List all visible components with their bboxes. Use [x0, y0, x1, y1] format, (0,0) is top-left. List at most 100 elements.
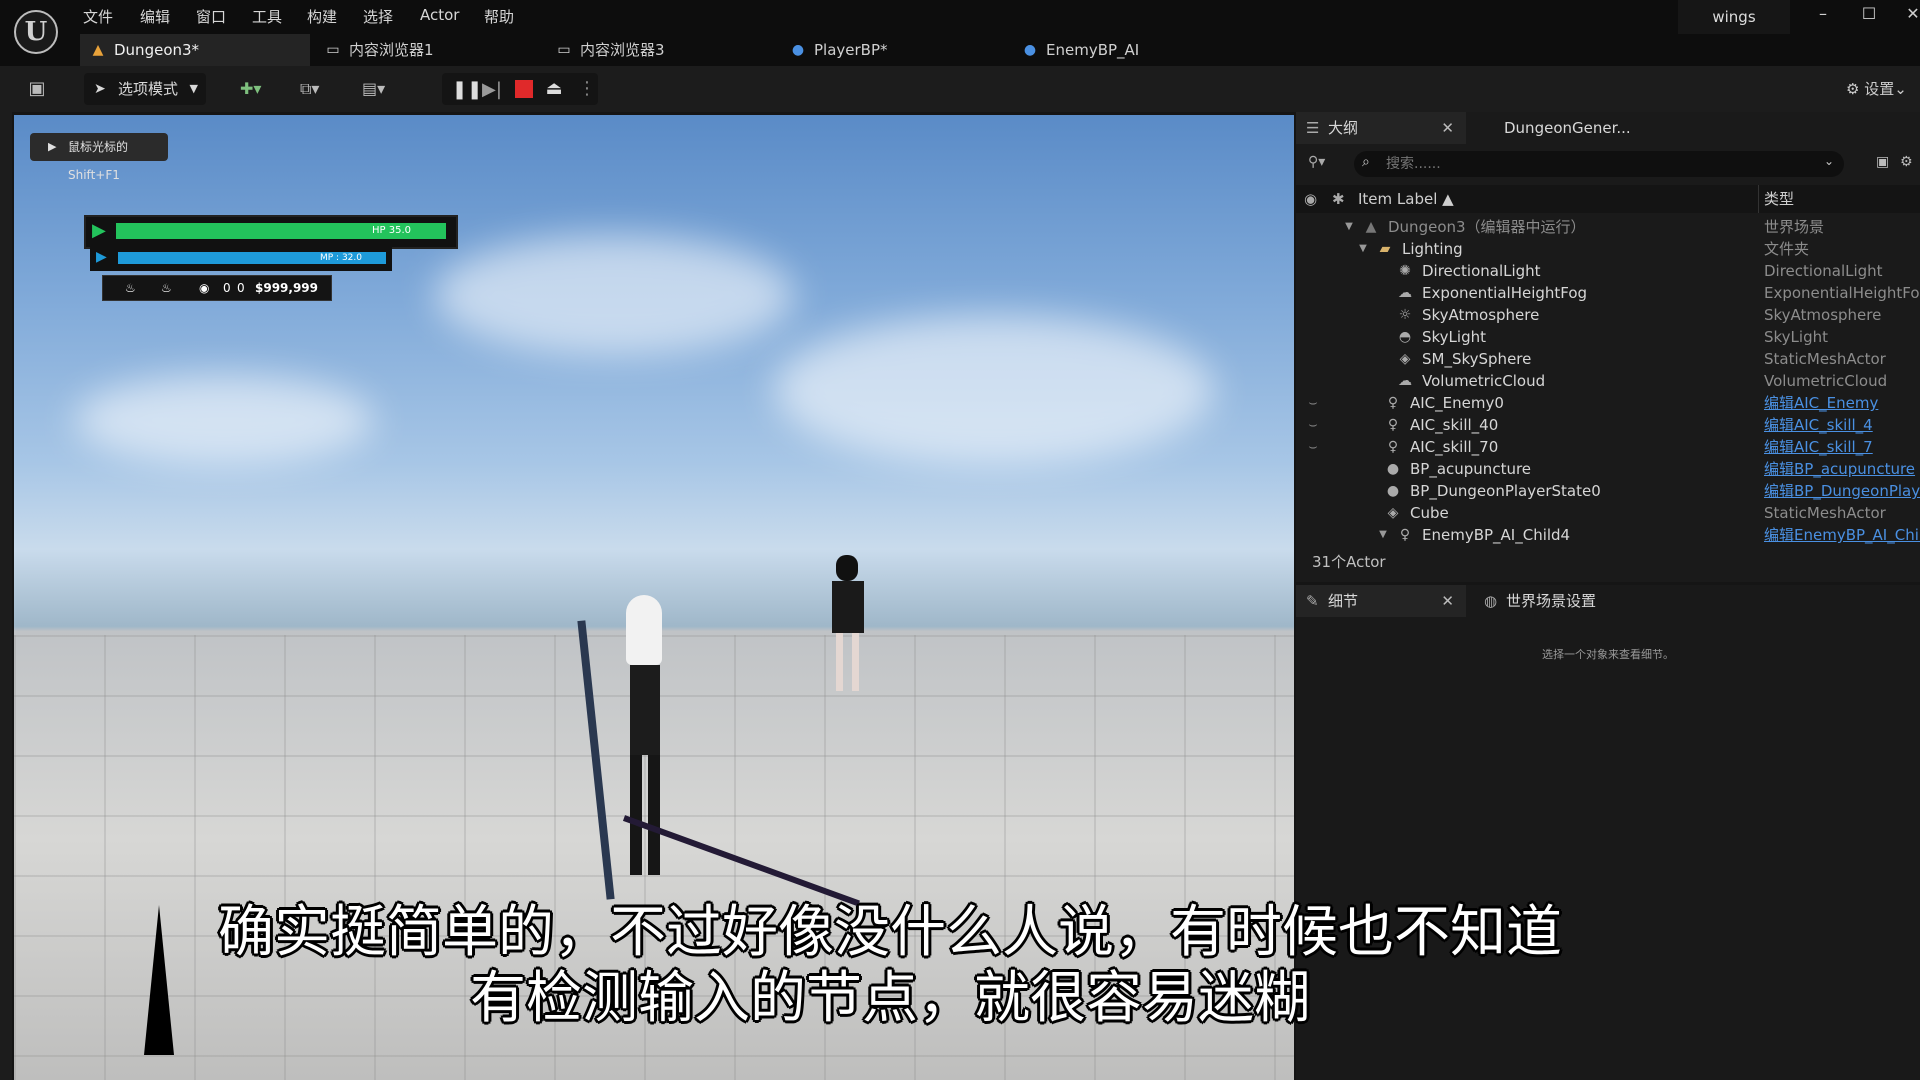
- eject-icon[interactable]: ⏏: [544, 78, 564, 99]
- select-mode-label: 选项模式: [118, 80, 179, 98]
- hidden-eye-icon[interactable]: ⌣: [1304, 392, 1322, 414]
- expand-arrow-icon[interactable]: ▼: [1374, 524, 1392, 546]
- pin-star-icon[interactable]: ✱: [1332, 185, 1345, 213]
- outliner-settings-icon[interactable]: ⚙: [1900, 154, 1920, 170]
- column-type[interactable]: 类型: [1764, 185, 1794, 213]
- outliner-row[interactable]: ✺ DirectionalLight DirectionalLight: [1296, 260, 1920, 282]
- more-options-icon[interactable]: ⋮: [578, 78, 596, 99]
- tab-dungeon3[interactable]: ▲ Dungeon3*: [80, 34, 310, 66]
- tab-dungeon-generator[interactable]: DungeonGener...: [1504, 112, 1704, 144]
- visibility-eye-icon[interactable]: ◉: [1304, 185, 1317, 213]
- actor-count: 31个Actor: [1296, 548, 1920, 578]
- cloud: [74, 375, 374, 465]
- menu-select[interactable]: 选择: [363, 6, 393, 27]
- tab-outliner[interactable]: ☰ 大纲 ✕: [1296, 112, 1466, 144]
- outliner-row[interactable]: ◈ Cube StaticMeshActor: [1296, 502, 1920, 524]
- menu-help[interactable]: 帮助: [484, 6, 514, 27]
- outliner-row[interactable]: ☁ VolumetricCloud VolumetricCloud: [1296, 370, 1920, 392]
- outliner-row[interactable]: ⌣ ♀ AIC_Enemy0 编辑AIC_Enemy: [1296, 392, 1920, 414]
- filter-icon[interactable]: ⚲▾: [1308, 154, 1344, 176]
- chevron-down-icon: ⌄: [1894, 80, 1907, 98]
- blueprint-icon[interactable]: ⧉▾: [300, 79, 342, 101]
- count-a: 0: [223, 281, 231, 295]
- expand-arrow-icon[interactable]: ▼: [1354, 238, 1372, 260]
- pause-icon[interactable]: ❚❚: [452, 79, 482, 100]
- actor-icon: ●: [1386, 483, 1400, 499]
- tab-content-browser-1[interactable]: ▭ 内容浏览器1: [315, 34, 540, 66]
- edit-blueprint-link[interactable]: 编辑BP_DungeonPlaye: [1764, 480, 1920, 502]
- ai-controller-icon: ♀: [1387, 395, 1399, 411]
- tab-content-browser-3[interactable]: ▭ 内容浏览器3: [546, 34, 771, 66]
- shift-f1-hint-button[interactable]: ▶ 鼠标光标的Shift+F1: [30, 133, 168, 182]
- add-actor-icon[interactable]: ✚▾: [240, 79, 282, 101]
- outliner-row[interactable]: ☁ ExponentialHeightFog ExponentialHeightFo…: [1296, 282, 1920, 304]
- outliner-row-label: AIC_Enemy0: [1410, 394, 1504, 412]
- outliner-row-label: Cube: [1410, 504, 1449, 522]
- cinematics-icon[interactable]: ▤▾: [362, 79, 404, 101]
- outliner-row[interactable]: ☼ SkyAtmosphere SkyAtmosphere: [1296, 304, 1920, 326]
- outliner-row-type: StaticMeshActor: [1764, 504, 1886, 522]
- outliner-row-label: BP_DungeonPlayerState0: [1410, 482, 1601, 500]
- enemy-character: [822, 555, 874, 695]
- chevron-down-icon[interactable]: ⌄: [1824, 154, 1834, 168]
- menu-tools[interactable]: 工具: [252, 6, 282, 27]
- outliner-row-label: SkyLight: [1422, 328, 1486, 346]
- outliner-row-label: AIC_skill_70: [1410, 438, 1499, 456]
- search-box[interactable]: ⌕ ⌄: [1354, 151, 1844, 177]
- ai-controller-icon: ♀: [1387, 439, 1399, 455]
- globe-icon: ◍: [1484, 592, 1498, 610]
- pawn-icon: ●: [791, 42, 805, 58]
- edit-blueprint-link[interactable]: 编辑AIC_skill_7: [1764, 436, 1873, 458]
- cloud-icon: ☁: [1398, 373, 1412, 389]
- outliner-row[interactable]: ▼ ▰ Lighting 文件夹: [1296, 238, 1920, 260]
- column-item-label[interactable]: Item Label ▲: [1358, 185, 1454, 213]
- tab-playerbp[interactable]: ● PlayerBP*: [780, 34, 1005, 66]
- tab-enemybp-ai[interactable]: ● EnemyBP_AI: [1012, 34, 1237, 66]
- outliner-row[interactable]: ● BP_DungeonPlayerState0 编辑BP_DungeonPlaye: [1296, 480, 1920, 502]
- close-window-icon[interactable]: ✕: [1900, 4, 1920, 23]
- hidden-eye-icon[interactable]: ⌣: [1304, 436, 1322, 458]
- outliner-row-type: 文件夹: [1764, 240, 1810, 258]
- edit-blueprint-link[interactable]: 编辑AIC_skill_4: [1764, 414, 1873, 436]
- outliner-row-type: 世界场景: [1764, 218, 1825, 236]
- hidden-eye-icon[interactable]: ⌣: [1304, 414, 1322, 436]
- maximize-icon[interactable]: ☐: [1856, 4, 1882, 23]
- outliner-row[interactable]: ⌣ ♀ AIC_skill_70 编辑AIC_skill_7: [1296, 436, 1920, 458]
- menu-file[interactable]: 文件: [83, 6, 113, 27]
- outliner-row[interactable]: ▼ ♀ EnemyBP_AI_Child4 编辑EnemyBP_AI_Chil: [1296, 524, 1920, 546]
- unreal-logo-icon[interactable]: U: [14, 10, 58, 54]
- select-mode-button[interactable]: ➤ 选项模式 ▼: [84, 73, 206, 105]
- menu-edit[interactable]: 编辑: [140, 6, 170, 27]
- outliner-row[interactable]: ◈ SM_SkySphere StaticMeshActor: [1296, 348, 1920, 370]
- close-tab-icon[interactable]: ✕: [1441, 112, 1454, 144]
- expand-arrow-icon[interactable]: ▼: [1340, 216, 1358, 238]
- tab-label: Dungeon3*: [114, 41, 200, 59]
- outliner-row[interactable]: ◓ SkyLight SkyLight: [1296, 326, 1920, 348]
- tab-world-settings[interactable]: ◍ 世界场景设置: [1480, 585, 1680, 617]
- tab-label: PlayerBP*: [814, 41, 888, 59]
- edit-blueprint-link[interactable]: 编辑AIC_Enemy: [1764, 392, 1878, 414]
- minimize-icon[interactable]: –: [1810, 4, 1836, 23]
- settings-button[interactable]: ⚙ 设置⌄: [1846, 76, 1920, 102]
- save-icon[interactable]: ▣: [26, 78, 48, 100]
- tab-details[interactable]: ✎ 细节 ✕: [1296, 585, 1466, 617]
- outliner-row[interactable]: ⌣ ♀ AIC_skill_40 编辑AIC_skill_4: [1296, 414, 1920, 436]
- outliner-row-label: BP_acupuncture: [1410, 460, 1532, 478]
- video-subtitles: 确实挺简单的，不过好像没什么人说，有时候也不知道 有检测输入的节点，就很容易迷糊: [100, 900, 1680, 1032]
- step-icon[interactable]: ▶|: [482, 79, 502, 100]
- edit-blueprint-link[interactable]: 编辑EnemyBP_AI_Chil: [1764, 524, 1920, 546]
- search-input[interactable]: [1384, 153, 1808, 175]
- add-folder-icon[interactable]: ▣: [1876, 154, 1896, 170]
- edit-blueprint-link[interactable]: 编辑BP_acupuncture: [1764, 458, 1915, 480]
- menu-window[interactable]: 窗口: [196, 6, 226, 27]
- outliner-row-label: Lighting: [1402, 240, 1463, 258]
- outliner-row[interactable]: ● BP_acupuncture 编辑BP_acupuncture: [1296, 458, 1920, 480]
- cursor-icon: ➤: [94, 81, 106, 97]
- menu-build[interactable]: 构建: [307, 6, 337, 27]
- pawn-icon: ♀: [1399, 527, 1411, 543]
- menu-actor[interactable]: Actor: [420, 6, 459, 24]
- stop-icon[interactable]: [515, 80, 533, 98]
- close-tab-icon[interactable]: ✕: [1441, 585, 1454, 617]
- sky-atmosphere-icon: ☼: [1398, 307, 1412, 323]
- outliner-row[interactable]: ▼ ▲ Dungeon3（编辑器中运行） 世界场景: [1296, 216, 1920, 238]
